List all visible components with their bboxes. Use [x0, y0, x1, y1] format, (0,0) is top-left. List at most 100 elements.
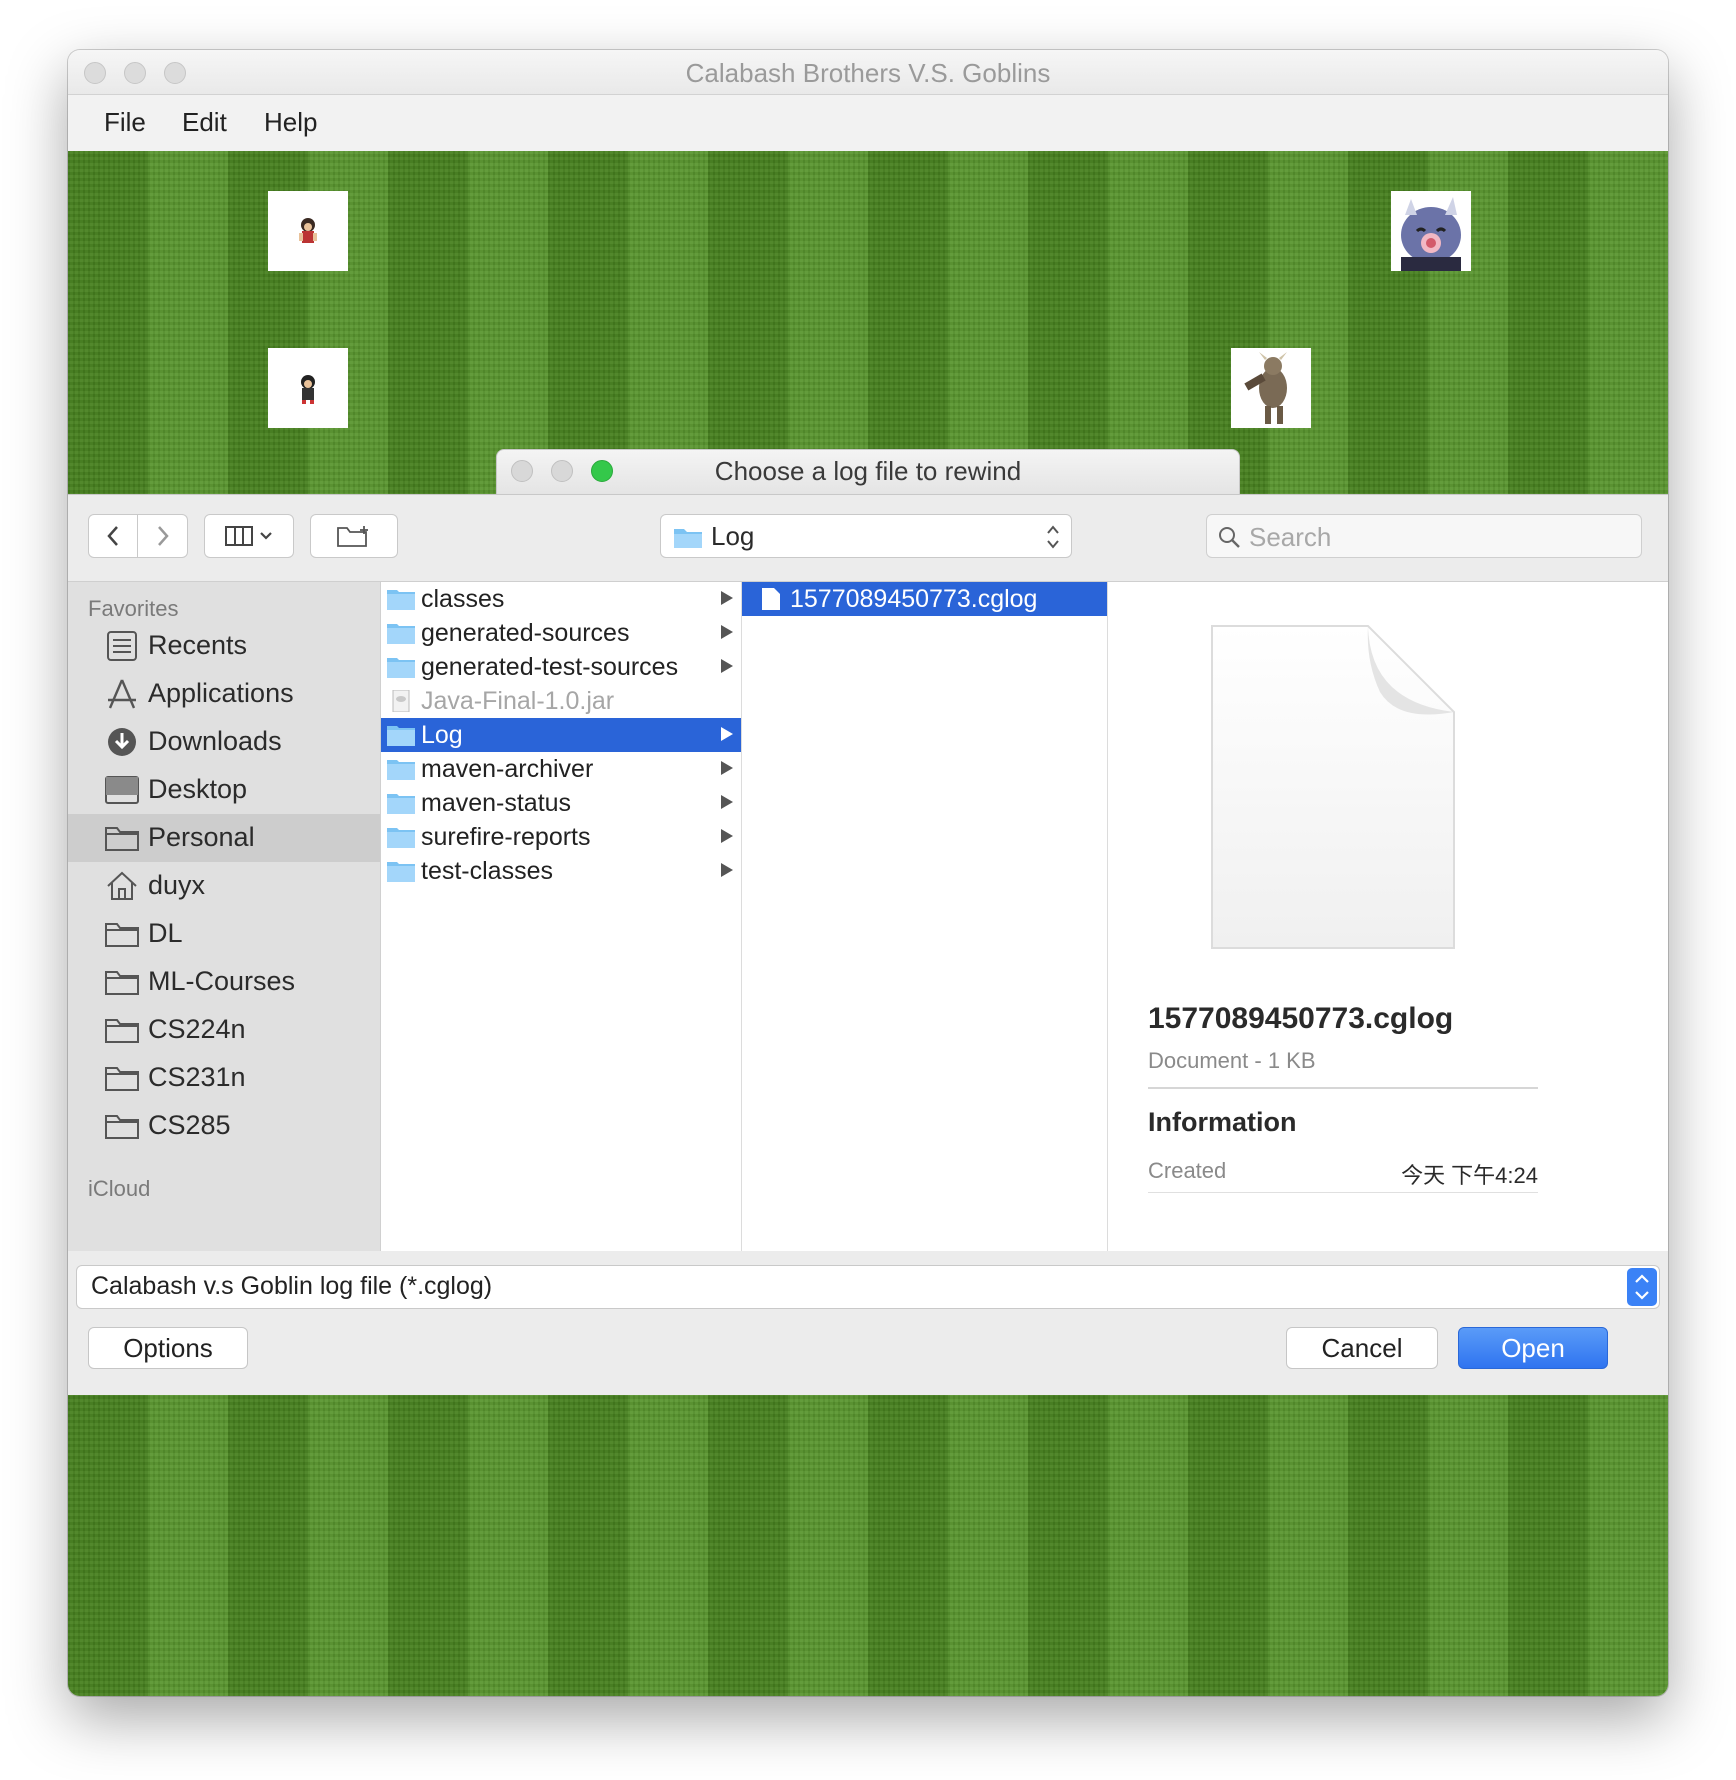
disclosure-arrow-icon — [721, 829, 733, 843]
open-file-dialog: Log Search Favorites Recents Application… — [68, 494, 1668, 1395]
sidebar-item-desktop[interactable]: Desktop — [68, 766, 380, 814]
sidebar-item-personal[interactable]: Personal — [68, 814, 380, 862]
folder-icon — [105, 1115, 139, 1139]
sidebar-item-label: Recents — [148, 630, 248, 660]
sidebar-item-label: CS285 — [148, 1110, 231, 1140]
up-down-chevron-icon — [1047, 525, 1059, 549]
folder-icon — [105, 1067, 139, 1091]
sidebar-item-recents[interactable]: Recents — [68, 622, 380, 670]
list-item[interactable]: generated-sources — [381, 616, 741, 650]
list-item-label: generated-sources — [421, 619, 630, 647]
goblin-sprite — [1231, 348, 1311, 428]
list-item[interactable]: surefire-reports — [381, 820, 741, 854]
list-item-label: maven-archiver — [421, 755, 594, 783]
search-placeholder: Search — [1249, 522, 1332, 552]
calabash-brother-sprite — [268, 191, 348, 271]
list-item[interactable]: 1577089450773.cglog — [742, 582, 1107, 616]
sidebar-heading-icloud: iCloud — [88, 1176, 151, 1201]
menu-help[interactable]: Help — [264, 107, 317, 138]
dialog-title-bar[interactable]: Choose a log file to rewind — [496, 449, 1240, 495]
list-item[interactable]: test-classes — [381, 854, 741, 888]
disclosure-arrow-icon — [721, 795, 733, 809]
new-folder-icon — [337, 526, 368, 547]
sidebar-item-label: duyx — [148, 870, 206, 900]
home-icon — [107, 871, 137, 900]
dialog-title: Choose a log file to rewind — [714, 456, 1022, 486]
list-item[interactable]: maven-status — [381, 786, 741, 820]
sidebar-item-cs231n[interactable]: CS231n — [68, 1054, 380, 1102]
format-stepper[interactable] — [1627, 1268, 1657, 1306]
new-folder-button[interactable] — [310, 514, 398, 558]
sidebar-item-label: ML-Courses — [148, 966, 296, 996]
chevron-left-icon — [107, 526, 118, 546]
title-bar[interactable]: Calabash Brothers V.S. Goblins — [68, 50, 1668, 95]
preview-divider — [1148, 1087, 1538, 1089]
sidebar-item-downloads[interactable]: Downloads — [68, 718, 380, 766]
list-item[interactable]: maven-archiver — [381, 752, 741, 786]
sidebar-item-label: Applications — [148, 678, 294, 708]
app-window: Calabash Brothers V.S. Goblins File Edit… — [68, 50, 1668, 1696]
location-popup[interactable]: Log — [660, 514, 1072, 558]
file-format-popup[interactable]: Calabash v.s Goblin log file (*.cglog) — [76, 1265, 1660, 1309]
search-icon — [1219, 527, 1240, 548]
folder-icon — [387, 726, 415, 746]
sidebar-item-dl[interactable]: DL — [68, 910, 380, 958]
jar-file-icon — [392, 690, 410, 712]
sidebar: Favorites Recents Applications Downloads… — [68, 582, 381, 1251]
applications-icon — [108, 679, 136, 709]
list-item-label: maven-status — [421, 789, 572, 817]
disclosure-arrow-icon — [721, 591, 733, 605]
dialog-toolbar: Log Search — [68, 495, 1668, 582]
window-title: Calabash Brothers V.S. Goblins — [685, 58, 1051, 88]
menu-bar: File Edit Help — [68, 95, 1668, 152]
sidebar-item-cs285[interactable]: CS285 — [68, 1102, 380, 1150]
location-label: Log — [711, 521, 755, 551]
menu-edit[interactable]: Edit — [182, 107, 227, 138]
sidebar-item-applications[interactable]: Applications — [68, 670, 380, 718]
sidebar-item-label: DL — [148, 918, 183, 948]
preview-row-divider — [1148, 1192, 1538, 1193]
cancel-button[interactable]: Cancel — [1286, 1327, 1438, 1369]
view-mode-button[interactable] — [204, 514, 294, 558]
sidebar-item-duyx[interactable]: duyx — [68, 862, 380, 910]
sidebar-heading-favorites: Favorites — [88, 596, 179, 621]
list-item-label: Log — [421, 721, 463, 749]
column-view-icon — [225, 526, 253, 546]
folder-icon — [105, 923, 139, 947]
sidebar-item-ml-courses[interactable]: ML-Courses — [68, 958, 380, 1006]
open-button[interactable]: Open — [1458, 1327, 1608, 1369]
preview-created-label: Created — [1148, 1158, 1227, 1183]
sidebar-item-label: Downloads — [148, 726, 282, 756]
list-item-label: classes — [421, 585, 505, 613]
preview-info-heading: Information — [1148, 1107, 1297, 1137]
disclosure-arrow-icon — [721, 727, 733, 741]
sidebar-item-cs224n[interactable]: CS224n — [68, 1006, 380, 1054]
forward-button[interactable] — [138, 514, 188, 558]
list-item[interactable]: Log — [381, 718, 741, 752]
downloads-icon — [108, 728, 136, 756]
folder-icon — [105, 1019, 139, 1043]
document-preview-icon — [1211, 625, 1455, 949]
search-input[interactable]: Search — [1206, 514, 1642, 558]
list-item-label: surefire-reports — [421, 823, 591, 851]
back-button[interactable] — [88, 514, 138, 558]
sidebar-item-label: CS224n — [148, 1014, 246, 1044]
disclosure-arrow-icon — [721, 863, 733, 877]
desktop-icon — [105, 776, 139, 804]
browser-column-2: 1577089450773.cglog — [742, 582, 1108, 1251]
list-item[interactable]: generated-test-sources — [381, 650, 741, 684]
folder-icon — [387, 658, 415, 678]
calabash-brother-sprite — [268, 348, 348, 428]
goblin-sprite — [1391, 191, 1471, 271]
recents-icon — [107, 631, 137, 661]
folder-icon — [387, 794, 415, 814]
list-item[interactable]: classes — [381, 582, 741, 616]
options-button[interactable]: Options — [88, 1327, 248, 1369]
chevron-down-icon — [260, 532, 272, 540]
browser-column-1: classes generated-sources generated-test… — [381, 582, 742, 1251]
preview-filename: 1577089450773.cglog — [1148, 1002, 1454, 1035]
document-icon — [762, 588, 780, 610]
preview-kind-size: Document - 1 KB — [1148, 1048, 1316, 1073]
list-item[interactable]: Java-Final-1.0.jar — [381, 684, 741, 718]
menu-file[interactable]: File — [104, 107, 146, 138]
